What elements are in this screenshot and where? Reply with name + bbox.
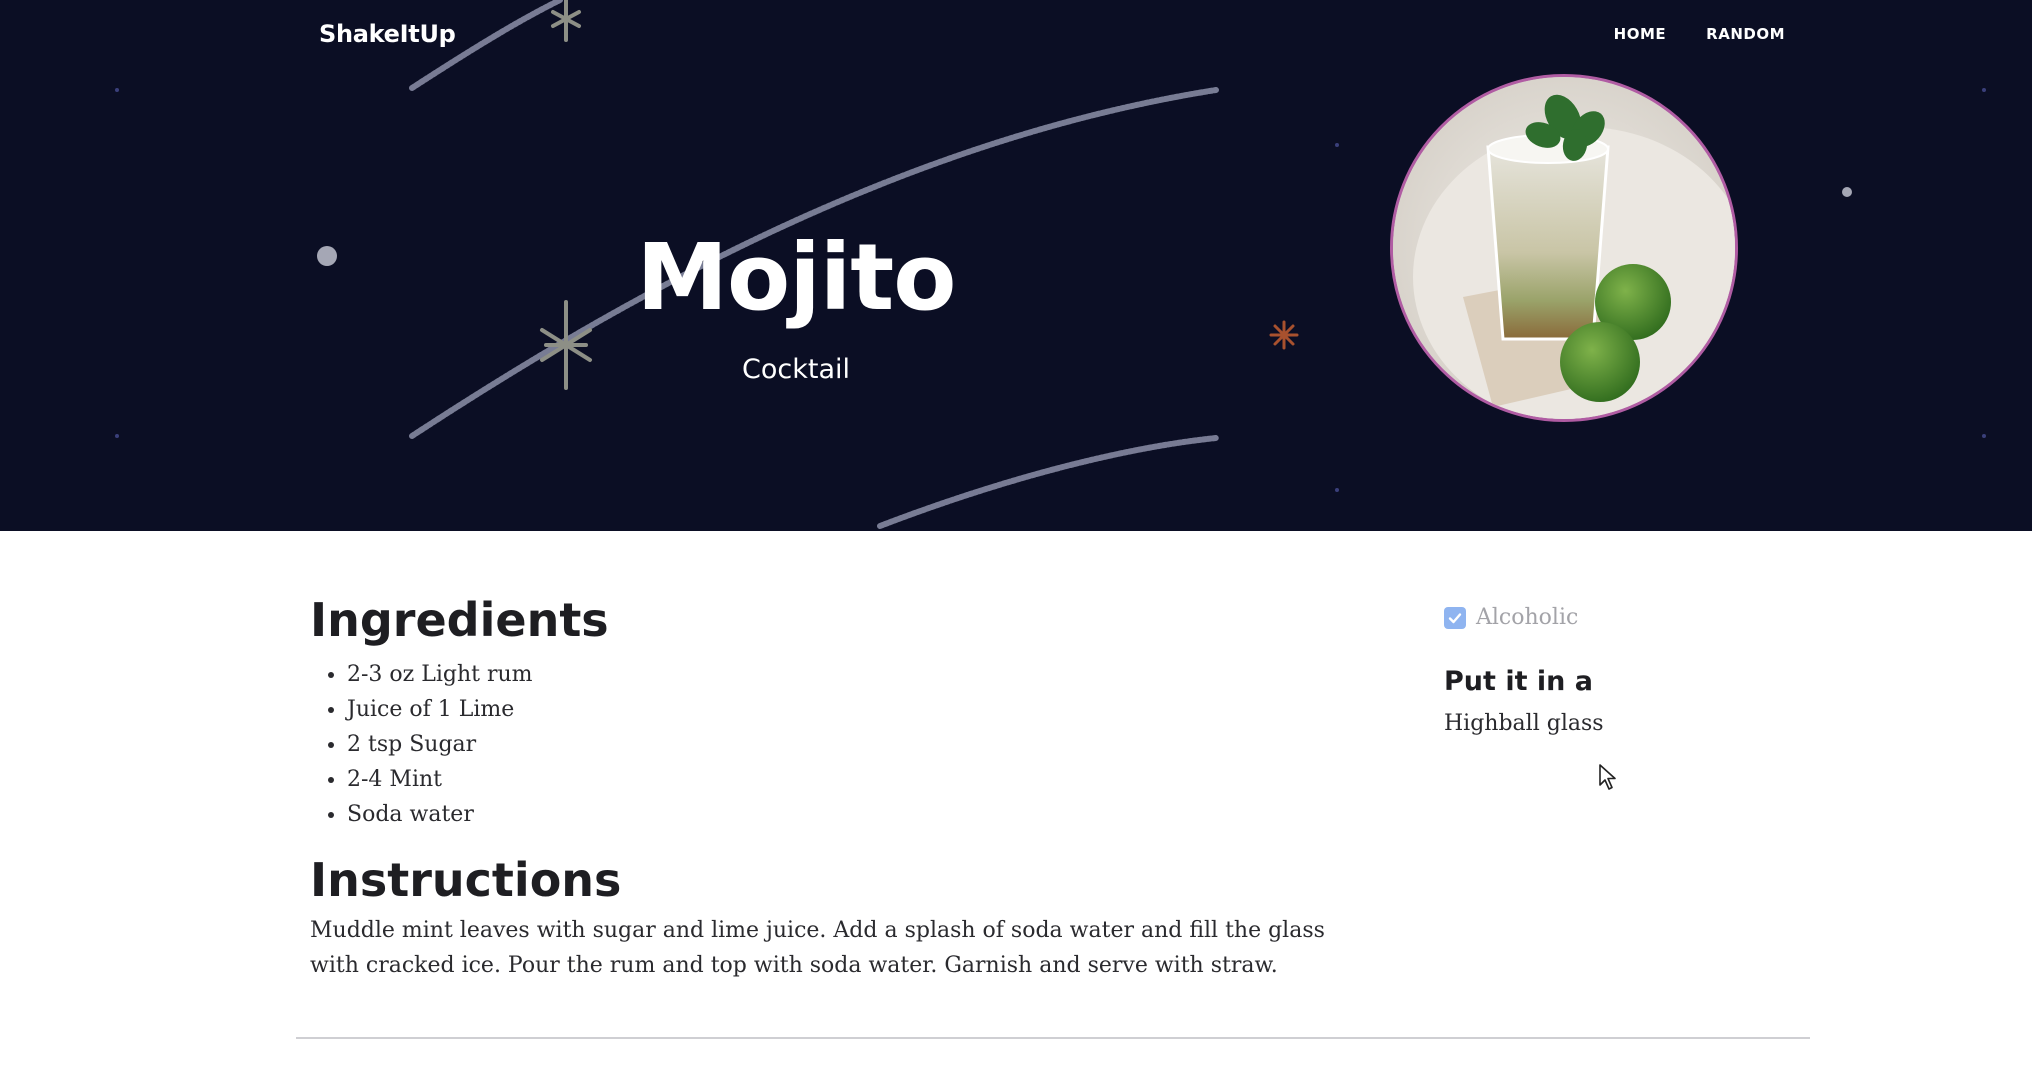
ingredient-item: 2-4 Mint (347, 762, 533, 797)
glass-heading: Put it in a (1444, 666, 1593, 697)
ingredient-item: 2-3 oz Light rum (347, 657, 533, 692)
ingredient-item: Juice of 1 Lime (347, 692, 533, 727)
ingredient-list: 2-3 oz Light rum Juice of 1 Lime 2 tsp S… (310, 657, 533, 832)
ingredients-heading: Ingredients (310, 593, 609, 647)
drink-photo (1390, 74, 1738, 422)
checkmark-icon (1448, 612, 1462, 623)
ingredient-item: Soda water (347, 797, 533, 832)
glass-type: Highball glass (1444, 711, 1604, 736)
main-nav: HOME RANDOM (1614, 25, 1785, 43)
drink-title: Mojito (636, 224, 956, 331)
ingredient-item: 2 tsp Sugar (347, 727, 533, 762)
mouse-cursor-icon (1599, 764, 1616, 790)
footer-divider (296, 1037, 1810, 1039)
drink-category: Cocktail (742, 354, 850, 385)
alcoholic-checkbox (1444, 606, 1466, 629)
brand-logo-link[interactable]: ShakeItUp (319, 20, 456, 48)
instructions-text: Muddle mint leaves with sugar and lime j… (310, 918, 1325, 978)
nav-random-link[interactable]: RANDOM (1706, 25, 1785, 43)
alcoholic-indicator: Alcoholic (1444, 605, 1578, 630)
alcoholic-label: Alcoholic (1476, 605, 1579, 630)
hero-banner: ShakeItUp HOME RANDOM Mojito Cocktail (0, 0, 2032, 531)
instructions-heading: Instructions (310, 853, 622, 907)
nav-home-link[interactable]: HOME (1614, 25, 1666, 43)
